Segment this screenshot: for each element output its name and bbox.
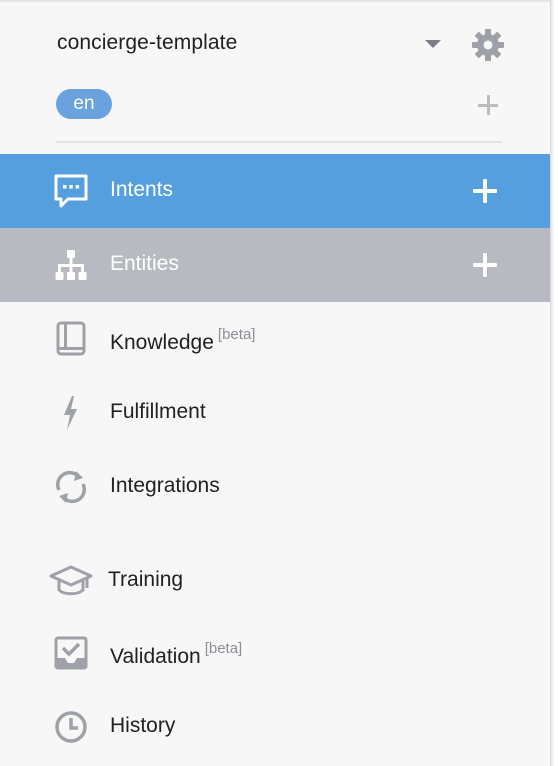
add-entity-plus-icon[interactable] xyxy=(472,252,498,278)
nav-label-intents: Intents xyxy=(110,178,174,201)
clock-icon xyxy=(52,708,90,746)
nav-label-training: Training xyxy=(108,568,184,591)
nav-label-validation-text: Validation xyxy=(110,645,201,668)
nav-label-knowledge-text: Knowledge xyxy=(110,331,214,354)
lightning-icon xyxy=(52,394,90,432)
nav-label-history: History xyxy=(110,714,176,737)
book-icon xyxy=(52,320,90,358)
chat-icon xyxy=(52,172,90,210)
panel-edge xyxy=(550,0,558,766)
caret-down-icon[interactable] xyxy=(420,32,446,54)
agent-name[interactable]: concierge-template xyxy=(57,31,237,55)
nav-label-validation: Validation [beta] xyxy=(110,640,242,669)
nav-item-integrations[interactable]: Integrations xyxy=(0,450,550,524)
nav-item-training[interactable]: Training xyxy=(0,544,550,618)
nav-label-fulfillment: Fulfillment xyxy=(110,400,206,423)
nav-item-entities[interactable]: Entities xyxy=(0,228,550,302)
agent-selector: concierge-template xyxy=(0,2,550,84)
nav-label-knowledge: Knowledge [beta] xyxy=(110,326,255,355)
language-badge[interactable]: en xyxy=(56,89,112,119)
gear-icon[interactable] xyxy=(470,27,506,63)
nav-item-history[interactable]: History xyxy=(0,690,550,764)
nav-item-fulfillment[interactable]: Fulfillment xyxy=(0,376,550,450)
check-box-icon xyxy=(52,634,90,672)
beta-badge: [beta] xyxy=(217,326,256,343)
beta-badge: [beta] xyxy=(204,640,243,657)
nav-label-entities: Entities xyxy=(110,252,179,275)
nav-item-validation[interactable]: Validation [beta] xyxy=(0,616,550,690)
hierarchy-icon xyxy=(52,246,90,284)
nav-item-intents[interactable]: Intents xyxy=(0,154,550,228)
add-intent-plus-icon[interactable] xyxy=(472,178,498,204)
sync-icon xyxy=(52,468,90,506)
nav-label-integrations: Integrations xyxy=(110,474,220,497)
divider xyxy=(56,141,502,143)
graduation-cap-icon xyxy=(49,562,93,600)
add-language-plus-icon[interactable] xyxy=(475,92,501,118)
sidebar: concierge-template en Intents Entities K… xyxy=(0,0,550,766)
nav-item-knowledge[interactable]: Knowledge [beta] xyxy=(0,302,550,376)
